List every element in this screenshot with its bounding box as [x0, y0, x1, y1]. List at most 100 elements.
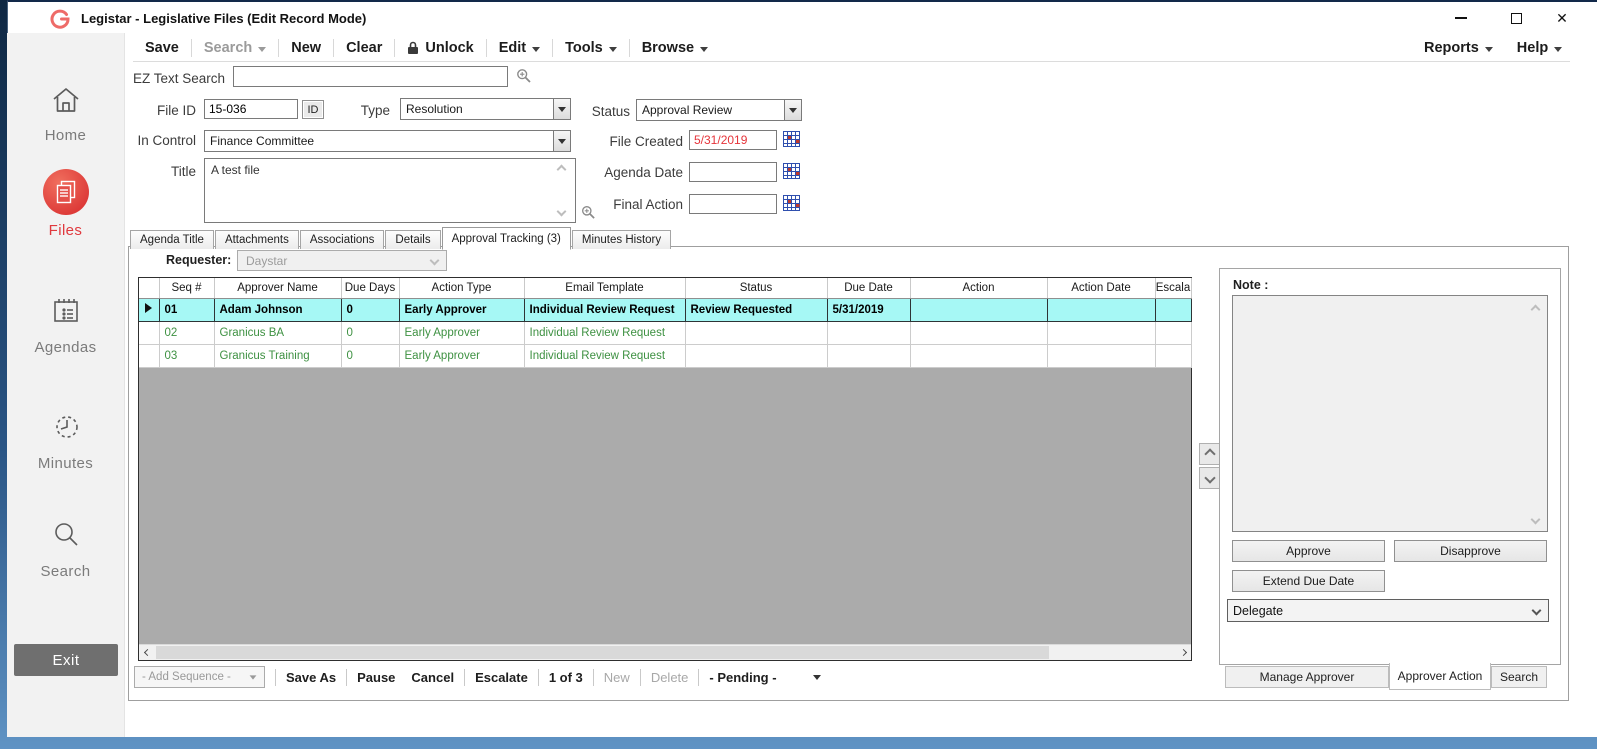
type-dropdown[interactable]: Resolution — [400, 98, 571, 120]
col-header-seq[interactable]: Seq # — [159, 278, 215, 299]
cell-action-date — [1047, 298, 1156, 322]
final-action-input[interactable] — [689, 194, 777, 214]
maximize-button[interactable] — [1500, 7, 1532, 29]
requester-dropdown[interactable]: Daystar — [237, 250, 447, 271]
sidebar-item-label: Files — [48, 222, 83, 239]
agenda-date-calendar-button[interactable] — [783, 163, 800, 179]
id-button[interactable]: ID — [302, 100, 324, 119]
exit-button[interactable]: Exit — [14, 644, 118, 676]
minimize-button[interactable] — [1445, 7, 1477, 29]
toolbar-separator — [698, 668, 700, 686]
chevron-down-icon — [608, 46, 617, 52]
menu-new[interactable]: New — [279, 40, 333, 56]
toolbar-separator — [464, 668, 466, 686]
disapprove-button[interactable]: Disapprove — [1394, 540, 1547, 562]
menubar: Save Search New Clear Unlock Edit Tools … — [133, 36, 720, 60]
table-row-selected[interactable]: 01 Adam Johnson 0 Early Approver Individ… — [139, 298, 1192, 322]
status-dropdown[interactable]: Approval Review — [636, 99, 802, 121]
title-textarea[interactable]: A test file — [204, 158, 576, 223]
final-action-calendar-button[interactable] — [783, 195, 800, 211]
chevron-down-icon — [1531, 605, 1542, 616]
chevron-down-icon — [1203, 472, 1216, 484]
save-as-button[interactable]: Save As — [286, 670, 336, 685]
close-button[interactable]: ✕ — [1546, 7, 1578, 29]
agenda-date-input[interactable] — [689, 162, 777, 182]
menu-unlock[interactable]: Unlock — [395, 40, 485, 56]
file-created-calendar-button[interactable] — [783, 131, 800, 147]
col-header-action-date[interactable]: Action Date — [1047, 278, 1156, 299]
menu-save[interactable]: Save — [133, 40, 191, 56]
window-title: Legistar - Legislative Files (Edit Recor… — [81, 11, 367, 26]
table-row[interactable]: 03 Granicus Training 0 Early Approver In… — [139, 344, 1192, 368]
minimize-icon — [1455, 17, 1467, 19]
escalate-button[interactable]: Escalate — [475, 670, 528, 685]
tab-attachments[interactable]: Attachments — [214, 230, 299, 249]
menu-clear[interactable]: Clear — [334, 40, 394, 56]
pause-button[interactable]: Pause — [357, 670, 395, 685]
sidebar-item-agendas[interactable]: Agendas — [7, 295, 124, 356]
file-created-input[interactable] — [689, 130, 777, 150]
chevron-up-icon — [1203, 448, 1216, 460]
sidebar-item-search[interactable]: Search — [7, 519, 124, 580]
table-row[interactable]: 02 Granicus BA 0 Early Approver Individu… — [139, 321, 1192, 345]
tab-search[interactable]: Search — [1491, 666, 1547, 688]
row-selector-cell — [139, 344, 160, 368]
menu-tools[interactable]: Tools — [553, 40, 629, 56]
ez-text-search-input[interactable] — [233, 66, 508, 87]
move-up-button[interactable] — [1199, 443, 1220, 465]
dropdown-arrow-icon — [553, 99, 570, 119]
agendas-icon — [53, 299, 78, 322]
menu-edit[interactable]: Edit — [487, 40, 552, 56]
file-id-label: File ID — [156, 103, 196, 118]
tab-approval-tracking[interactable]: Approval Tracking (3) — [441, 227, 571, 250]
col-header-action-type[interactable]: Action Type — [399, 278, 525, 299]
note-textarea[interactable] — [1232, 295, 1548, 532]
titlebar: Legistar - Legislative Files (Edit Recor… — [7, 0, 1597, 33]
tab-manage-approver[interactable]: Manage Approver — [1225, 666, 1389, 688]
delegate-dropdown[interactable]: Delegate — [1227, 599, 1549, 622]
col-header-due-date[interactable]: Due Date — [827, 278, 911, 299]
tab-agenda-title[interactable]: Agenda Title — [130, 230, 214, 249]
menu-reports[interactable]: Reports — [1412, 40, 1505, 56]
chevron-right-icon — [1179, 648, 1187, 657]
approve-button[interactable]: Approve — [1232, 540, 1385, 562]
pending-dropdown[interactable]: - Pending - — [709, 670, 822, 685]
col-header-escalation[interactable]: Escala — [1155, 278, 1192, 299]
col-header-approver-name[interactable]: Approver Name — [214, 278, 342, 299]
menu-search[interactable]: Search — [192, 40, 278, 56]
in-control-dropdown[interactable]: Finance Committee — [204, 130, 571, 152]
col-header-due-days[interactable]: Due Days — [341, 278, 400, 299]
tab-associations[interactable]: Associations — [299, 230, 385, 249]
col-header-status[interactable]: Status — [685, 278, 828, 299]
move-down-button[interactable] — [1199, 467, 1220, 489]
new-button[interactable]: New — [604, 670, 630, 685]
col-header-email-template[interactable]: Email Template — [524, 278, 686, 299]
tab-approver-action[interactable]: Approver Action — [1389, 663, 1491, 690]
scrollbar-thumb[interactable] — [156, 646, 1049, 659]
add-sequence-dropdown[interactable]: - Add Sequence - — [134, 666, 265, 688]
cell-action-type: Early Approver — [399, 344, 525, 368]
sidebar-item-minutes[interactable]: Minutes — [7, 411, 124, 472]
menu-help[interactable]: Help — [1505, 40, 1574, 56]
note-label: Note : — [1233, 278, 1269, 292]
scroll-right-button[interactable] — [1175, 645, 1191, 660]
agenda-date-label: Agenda Date — [604, 165, 683, 180]
col-header-action[interactable]: Action — [910, 278, 1048, 299]
cell-action-date — [1047, 344, 1156, 368]
dropdown-arrow-icon — [813, 674, 822, 680]
extend-due-date-button[interactable]: Extend Due Date — [1232, 570, 1385, 592]
delete-button[interactable]: Delete — [651, 670, 689, 685]
sidebar-item-home[interactable]: Home — [7, 85, 124, 144]
grid-empty-area — [139, 367, 1191, 644]
tab-details[interactable]: Details — [385, 230, 441, 249]
sidebar-item-files[interactable]: Files — [7, 169, 124, 239]
menu-browse[interactable]: Browse — [630, 40, 720, 56]
tab-minutes-history[interactable]: Minutes History — [571, 230, 672, 249]
minutes-icon — [55, 416, 78, 438]
file-id-input[interactable] — [204, 99, 298, 119]
cancel-button[interactable]: Cancel — [411, 670, 454, 685]
ez-search-zoom-button[interactable] — [516, 68, 532, 84]
cell-approver-name: Adam Johnson — [214, 298, 342, 322]
scroll-left-button[interactable] — [139, 645, 155, 660]
grid-header-row: Seq # Approver Name Due Days Action Type… — [139, 278, 1192, 299]
